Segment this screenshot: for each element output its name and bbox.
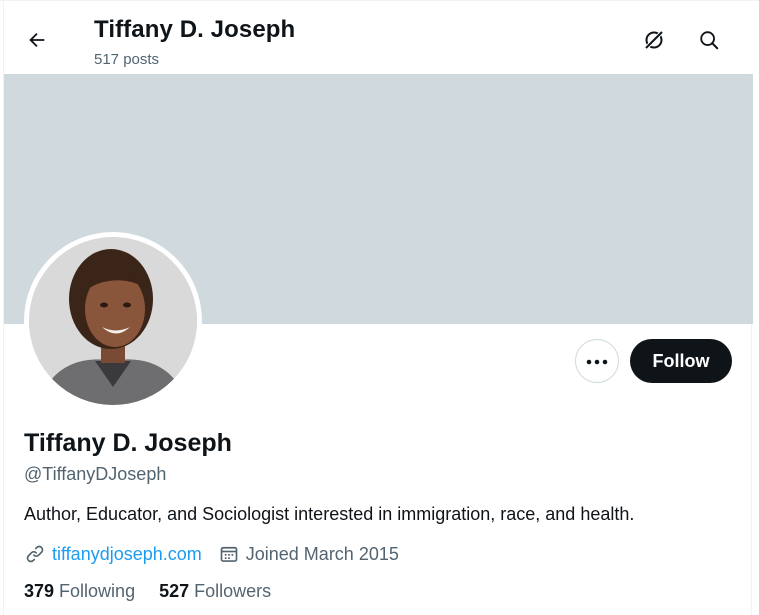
profile-handle: @TiffanyDJoseph xyxy=(24,464,167,484)
page-frame: Tiffany D. Joseph 517 posts Follow Tiffa… xyxy=(0,0,759,615)
more-dots-icon xyxy=(586,352,608,370)
back-button[interactable] xyxy=(20,25,54,59)
search-icon xyxy=(698,29,720,56)
profile-meta: tiffanydjoseph.com Joined March 2015 xyxy=(24,542,415,566)
profile-name: Tiffany D. Joseph xyxy=(24,429,232,457)
calendar-icon xyxy=(218,543,240,565)
followers-link[interactable]: 527 Followers xyxy=(159,581,271,602)
joined-date: Joined March 2015 xyxy=(245,543,399,564)
post-count: 517 posts xyxy=(94,51,160,68)
followers-label: Followers xyxy=(194,581,272,601)
following-link[interactable]: 379 Following xyxy=(24,581,135,602)
profile-column: Tiffany D. Joseph 517 posts Follow Tiffa… xyxy=(3,1,753,615)
page-title: Tiffany D. Joseph xyxy=(94,16,296,43)
search-button[interactable] xyxy=(692,25,726,59)
website-link[interactable]: tiffanydjoseph.com xyxy=(52,544,202,565)
following-count: 379 xyxy=(24,581,55,601)
following-label: Following xyxy=(59,581,136,601)
follow-button[interactable]: Follow xyxy=(630,339,732,383)
grok-icon xyxy=(642,28,666,57)
profile-bio: Author, Educator, and Sociologist intere… xyxy=(24,504,635,524)
follow-counts: 379 Following 527 Followers xyxy=(24,581,295,602)
followers-count: 527 xyxy=(159,581,190,601)
joined-item: Joined March 2015 xyxy=(218,543,399,565)
more-options-button[interactable] xyxy=(575,339,619,383)
top-header: Tiffany D. Joseph 517 posts xyxy=(4,1,753,73)
grok-button[interactable] xyxy=(637,25,671,59)
website-item: tiffanydjoseph.com xyxy=(24,543,202,565)
link-icon xyxy=(24,543,46,565)
avatar[interactable] xyxy=(24,232,202,410)
arrow-left-icon xyxy=(26,29,48,56)
avatar-photo xyxy=(29,237,197,405)
